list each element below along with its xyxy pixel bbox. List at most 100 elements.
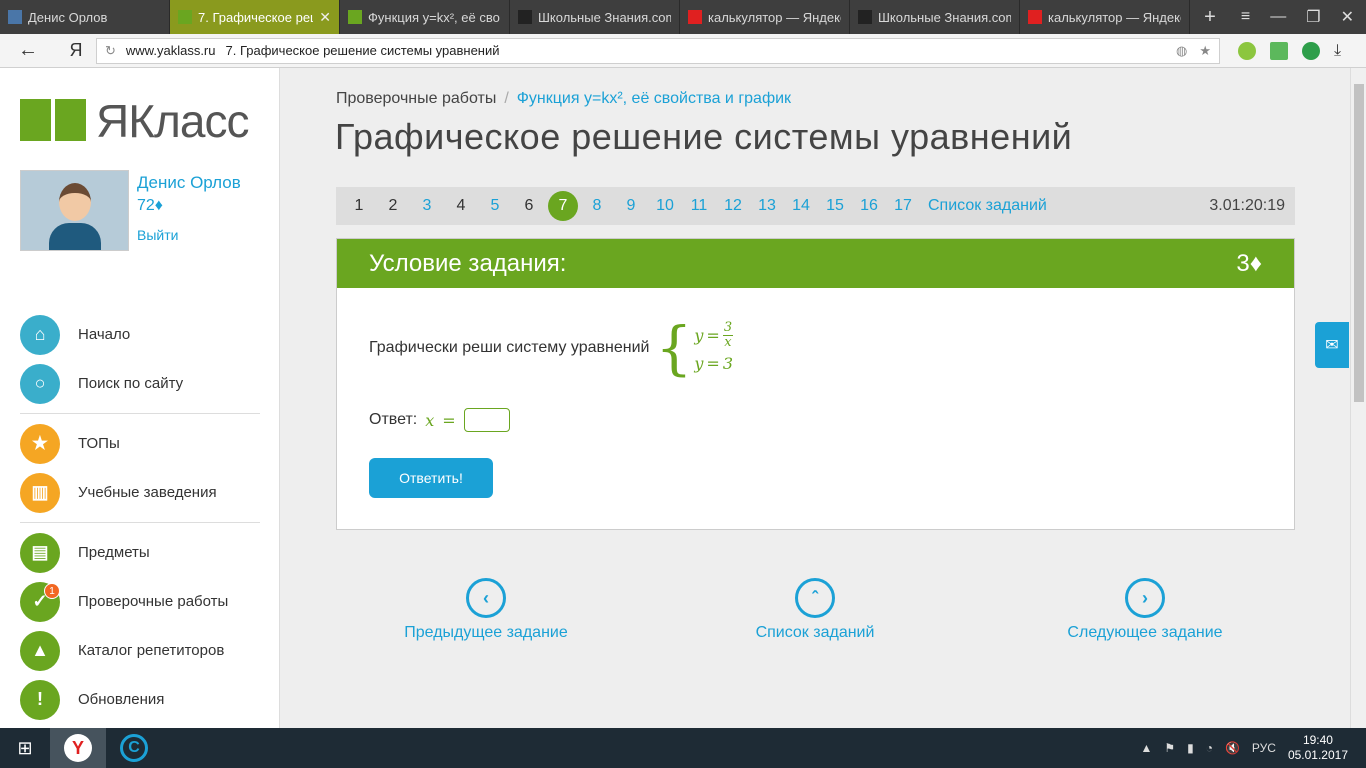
browser-tab-title: калькулятор — Яндекс xyxy=(708,9,841,25)
sidebar-item-label: ТОПы xyxy=(78,435,120,452)
page-title: Графическое решение системы уравнений xyxy=(335,116,1073,157)
scrollbar-thumb[interactable] xyxy=(1354,84,1364,402)
browser-tab-title: Функция y=kx², её сво xyxy=(368,9,500,25)
globe-icon[interactable]: ◍ xyxy=(1176,43,1187,59)
avatar[interactable] xyxy=(20,170,129,251)
user-name-link[interactable]: Денис Орлов xyxy=(137,170,241,195)
bottom-navigation: ‹ Предыдущее задание ˆ Список заданий › … xyxy=(336,578,1295,648)
clock-time: 19:40 xyxy=(1302,733,1333,747)
browser-tab[interactable]: калькулятор — Яндекс xyxy=(1020,0,1190,34)
answer-input[interactable] xyxy=(463,408,510,432)
pager-page[interactable]: 3 xyxy=(410,191,444,221)
pager-page[interactable]: 13 xyxy=(750,191,784,221)
sidebar-item[interactable]: ⌂ Начало xyxy=(20,310,260,359)
prev-task-button[interactable]: ‹ Предыдущее задание xyxy=(376,578,596,642)
pager-page[interactable]: 11 xyxy=(682,191,716,221)
pager-page[interactable]: 8 xyxy=(580,191,614,221)
volume-muted-icon[interactable]: 🔇 xyxy=(1225,741,1240,755)
user-score: 72♦ xyxy=(137,197,163,214)
browser-tab[interactable]: калькулятор — Яндекс xyxy=(680,0,850,34)
sidebar-item-label: Учебные заведения xyxy=(78,484,217,501)
task-list-label: Список заданий xyxy=(755,624,875,641)
answer-variable: x xyxy=(425,410,435,430)
breadcrumb-link[interactable]: Функция y=kx², её свойства и график xyxy=(517,90,791,107)
pager-page[interactable]: 17 xyxy=(886,191,920,221)
pager-page[interactable]: 4 xyxy=(444,191,478,221)
new-tab-button[interactable]: + xyxy=(1190,0,1230,34)
eq2-rhs: 3 xyxy=(722,353,734,373)
bookmark-star-icon[interactable]: ★ xyxy=(1199,43,1211,59)
yaklass-logo[interactable]: ЯКласс xyxy=(20,94,249,148)
pager-page[interactable]: 9 xyxy=(614,191,648,221)
close-tab-icon[interactable]: ✕ xyxy=(319,9,331,26)
taskbar-app-2[interactable]: C xyxy=(106,728,162,768)
task-list-button[interactable]: ˆ Список заданий xyxy=(705,578,925,642)
eq1-lhs: y xyxy=(694,325,704,345)
tray-expand-icon[interactable]: ▲ xyxy=(1140,741,1152,755)
equation-2: y = 3 xyxy=(694,350,733,376)
sidebar-item[interactable]: ▥ Учебные заведения xyxy=(20,468,260,517)
reload-icon[interactable]: ↻ xyxy=(105,43,116,59)
restore-icon[interactable]: ❐ xyxy=(1306,7,1320,27)
network-icon[interactable]: ◔ xyxy=(1206,741,1213,755)
pager-page[interactable]: 16 xyxy=(852,191,886,221)
download-icon[interactable]: ⤓ xyxy=(1334,42,1341,60)
sidebar-item[interactable]: ▲ Каталог репетиторов xyxy=(20,626,260,675)
browser-tab[interactable]: Школьные Знания.com xyxy=(850,0,1020,34)
sidebar-item[interactable]: ○ Поиск по сайту xyxy=(20,359,260,408)
pager-page[interactable]: 14 xyxy=(784,191,818,221)
taskbar-yandex-browser[interactable]: Y xyxy=(50,728,106,768)
browser-tab-title: Школьные Знания.com xyxy=(538,9,671,25)
browser-tab[interactable]: Денис Орлов xyxy=(0,0,170,34)
vk-icon xyxy=(8,10,22,24)
close-window-icon[interactable]: ✕ xyxy=(1341,7,1354,27)
feedback-mail-button[interactable]: ✉ xyxy=(1315,322,1349,368)
pager-page[interactable]: 12 xyxy=(716,191,750,221)
pager-page[interactable]: 6 xyxy=(512,191,546,221)
mail-icon: ✉ xyxy=(1325,337,1339,354)
next-task-button[interactable]: › Следующее задание xyxy=(1035,578,1255,642)
pager-page[interactable]: 2 xyxy=(376,191,410,221)
windows-start-icon[interactable]: ⊞ xyxy=(0,738,50,759)
clock[interactable]: 19:40 05.01.2017 xyxy=(1288,733,1348,763)
pager-current-page[interactable]: 7 xyxy=(548,191,578,221)
logout-link[interactable]: Выйти xyxy=(137,227,241,243)
back-arrow-icon[interactable]: ← xyxy=(0,39,56,62)
extension-plus-icon[interactable] xyxy=(1238,41,1256,60)
flag-icon[interactable]: ⚑ xyxy=(1164,741,1175,755)
browser-tab-title: 7. Графическое реш xyxy=(198,9,314,25)
sidebar-item[interactable]: ! Обновления xyxy=(20,675,260,724)
shield-icon[interactable] xyxy=(1302,41,1320,60)
breadcrumb-root[interactable]: Проверочные работы xyxy=(336,90,496,107)
yandex-icon xyxy=(1028,10,1042,24)
eq1-op: = xyxy=(706,325,720,345)
download-helper-icon[interactable] xyxy=(1270,41,1288,60)
browser-tab[interactable]: 7. Графическое реш ✕ xyxy=(170,0,340,34)
sidebar-item-label: Проверочные работы xyxy=(78,593,229,610)
book-logo-icon xyxy=(20,99,86,143)
sidebar-item[interactable]: ▤ Предметы xyxy=(20,528,260,577)
minimize-icon[interactable]: — xyxy=(1270,8,1286,26)
yandex-browser-icon: Y xyxy=(64,734,92,762)
notification-badge: 1 xyxy=(44,583,60,599)
sidebar: ЯКласс Денис Орлов 72♦ Выйти ⌂ Начало ○ Пои… xyxy=(0,68,280,728)
pager-page[interactable]: 15 xyxy=(818,191,852,221)
znanija-icon xyxy=(518,10,532,24)
sidebar-item[interactable]: ✓ Проверочные работы 1 xyxy=(20,577,260,626)
url-field[interactable]: ↻ www.yaklass.ru 7. Графическое решение … xyxy=(96,37,1220,64)
browser-tab[interactable]: Школьные Знания.com xyxy=(510,0,680,34)
battery-icon[interactable]: ▮ xyxy=(1187,741,1194,755)
pager-page[interactable]: 5 xyxy=(478,191,512,221)
pager-page[interactable]: 1 xyxy=(342,191,376,221)
sidebar-item[interactable]: ★ ТОПы xyxy=(20,419,260,468)
yandex-home-button[interactable]: Я xyxy=(56,40,96,61)
answer-label: Ответ: xyxy=(369,411,418,428)
submit-answer-button[interactable]: Ответить! xyxy=(369,458,493,498)
task-list-link[interactable]: Список заданий xyxy=(928,197,1047,215)
timer: 3.01:20:19 xyxy=(1209,197,1285,214)
menu-icon[interactable]: ≡ xyxy=(1241,8,1250,26)
browser-tab[interactable]: Функция y=kx², её сво xyxy=(340,0,510,34)
pager-page[interactable]: 10 xyxy=(648,191,682,221)
language-indicator[interactable]: РУС xyxy=(1252,741,1276,755)
page-scrollbar[interactable] xyxy=(1350,68,1366,728)
